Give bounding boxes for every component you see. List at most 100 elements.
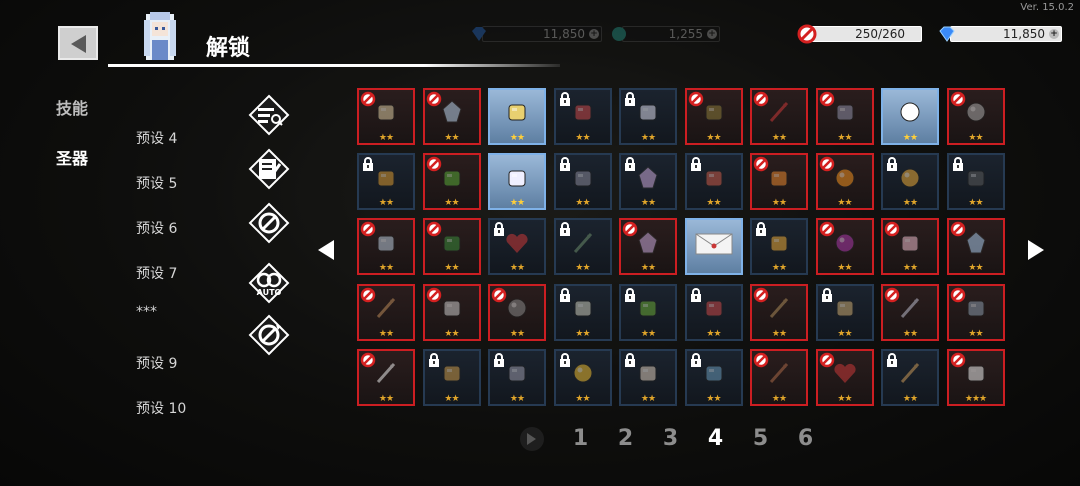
twig-icon [765,359,793,391]
relic-slot[interactable]: ★★ [422,348,481,406]
star-rating: ★★ [968,198,983,209]
relic-slot[interactable]: ★★ [488,348,546,406]
relic-slot[interactable]: ★★ [750,88,808,145]
page-2[interactable]: 2 [603,426,648,451]
preset-8-hidden[interactable]: *** [136,304,157,320]
pagination-back-button[interactable] [520,426,544,451]
peace-icon [765,164,793,196]
relic-slot[interactable]: ★★ [357,348,415,406]
relic-slot[interactable]: ★★ [684,348,743,406]
relic-slot[interactable]: ★★ [815,348,874,406]
relic-slot[interactable]: ★★ [357,283,415,341]
relic-slot[interactable]: ★★ [881,283,939,341]
relic-slot[interactable]: ★★ [553,88,612,145]
vest-icon [700,98,728,130]
gauntlet-icon [831,98,859,130]
relic-slot[interactable]: ★★ [750,348,808,406]
relic-slot[interactable]: ★★ [881,88,939,145]
relic-slot[interactable]: ★★ [619,283,677,341]
star-rating: ★★ [968,263,983,274]
relic-slot[interactable]: ★★ [946,283,1005,341]
svg-text:AUTO: AUTO [257,288,282,297]
relic-slot[interactable]: ★★ [619,218,677,276]
relic-slot[interactable]: ★★ [553,153,612,211]
apple-icon [896,98,924,130]
cloud-icon [372,229,400,261]
relic-slot[interactable]: ★★ [815,153,874,211]
preset-6[interactable]: 预设 6 [136,218,177,238]
add-gems-button[interactable]: + [1049,29,1059,39]
resource-bar-unlock-limit: 250/260 [797,24,922,44]
relic-slot[interactable]: ★★ [619,153,677,211]
star-rating: ★★ [378,393,394,404]
add-gems-button-faded[interactable]: + [589,29,599,39]
relic-slot[interactable]: ★★ [619,88,677,145]
page-3[interactable]: 3 [648,426,693,451]
relic-slot[interactable]: ★★ [881,218,939,276]
block-all-icon[interactable] [248,202,290,244]
back-button[interactable] [58,26,98,60]
preset-7[interactable]: 预设 7 [136,263,177,283]
bush-icon [438,229,466,261]
relic-slot[interactable]: ★★ [946,88,1005,145]
relic-slot[interactable]: ★★ [488,283,546,341]
auto-ring-icon[interactable]: AUTO [248,262,290,304]
relic-slot[interactable]: ★★ [357,218,415,276]
vortex-icon [569,164,597,196]
relic-slot[interactable]: ★★ [488,88,546,145]
star-rating: ★★ [444,393,459,404]
star-rating: ★★ [771,393,787,404]
relic-slot[interactable]: ★★ [815,283,874,341]
preset-10[interactable]: 预设 10 [136,398,186,418]
star-rating: ★★ [575,133,590,143]
star-rating: ★★ [640,328,656,339]
star-rating: ★★ [640,198,656,209]
page-4[interactable]: 4 [693,426,738,451]
relic-slot[interactable]: ★★ [946,153,1005,211]
add-coins-button-faded[interactable]: + [707,29,717,39]
relic-slot[interactable]: ★★ [815,88,874,145]
relic-grid: ★★ ★★ ★★ ★★ ★★ ★★ ★★ ★★ ★★ ★★ ★★ ★★ ★★ ★★ ★★ ★★ ★★ ★★ ★★ ★★… [357,88,1005,410]
relic-slot[interactable]: ★★ [553,348,612,406]
relic-slot[interactable]: ★★ [619,348,677,406]
relic-slot[interactable]: ★★ [684,283,743,341]
preset-9[interactable]: 预设 9 [136,353,177,373]
relic-slot[interactable]: ★★ [881,153,939,211]
relic-slot[interactable]: ★★ [357,88,415,145]
star-rating: ★★ [575,393,590,404]
relic-slot[interactable]: ★★ [750,218,808,276]
relic-slot[interactable]: ★★ [750,283,808,341]
scroll-pen-icon[interactable] [248,148,290,190]
page-6[interactable]: 6 [783,426,828,451]
relic-slot[interactable]: ★★ [357,153,415,211]
pot-icon [962,164,990,196]
relic-slot[interactable]: ★★ [553,283,612,341]
relic-slot[interactable]: ★★ [422,283,481,341]
relic-slot[interactable]: ★★ [750,153,808,211]
page-5[interactable]: 5 [738,426,783,451]
category-relics-tab[interactable]: 圣器 [56,145,88,169]
moon-blade-icon [634,98,662,130]
filter-search-icon[interactable] [248,94,290,136]
page-1[interactable]: 1 [558,426,603,451]
relic-slot[interactable]: ★★ [553,218,612,276]
relic-slot[interactable]: ★★ [881,348,939,406]
preset-5[interactable]: 预设 5 [136,173,177,193]
relic-slot[interactable]: ★★ [946,218,1005,276]
next-page-arrow[interactable] [1028,240,1044,260]
relic-slot[interactable]: ★★ [422,88,481,145]
prev-page-arrow[interactable] [318,240,334,260]
relic-slot[interactable]: ★★ [422,218,481,276]
relic-slot[interactable]: ★★ [684,153,743,211]
shield-icon [503,294,531,326]
preset-4[interactable]: 预设 4 [136,128,177,148]
relic-slot[interactable] [684,218,743,276]
relic-slot[interactable]: ★★ [815,218,874,276]
block-refresh-icon[interactable] [248,314,290,356]
relic-slot[interactable]: ★★ [422,153,481,211]
relic-slot[interactable]: ★★ [488,218,546,276]
relic-slot[interactable]: ★★ [684,88,743,145]
relic-slot[interactable]: ★★ [488,153,546,211]
relic-slot[interactable]: ★★★ [946,348,1005,406]
category-skills-tab[interactable]: 技能 [56,95,88,119]
